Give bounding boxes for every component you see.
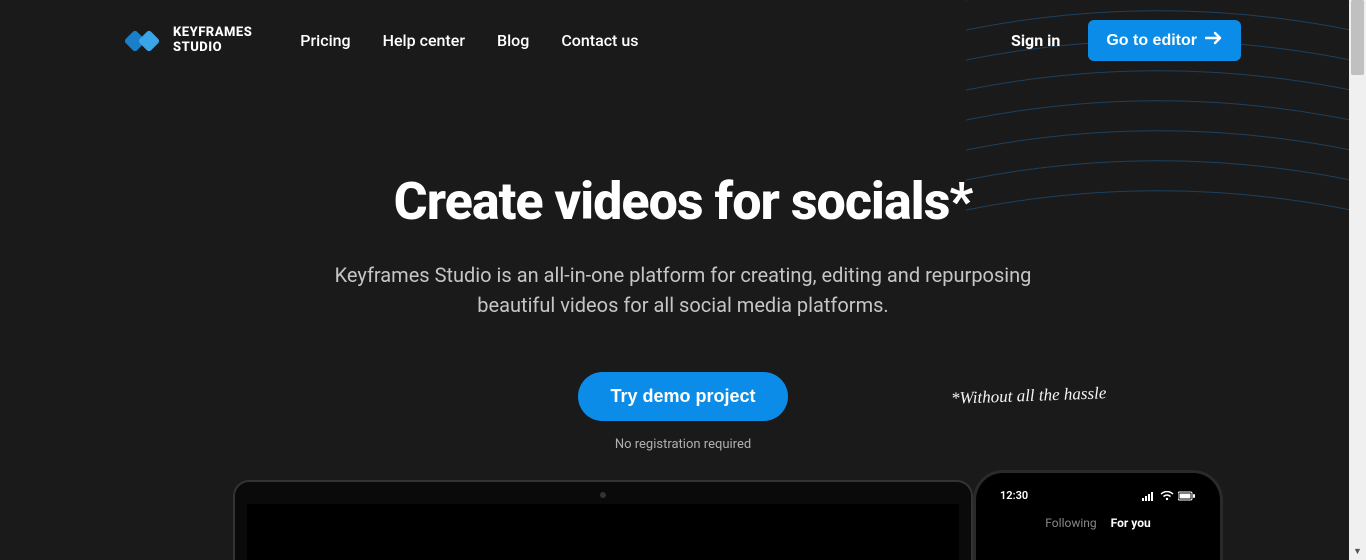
logo[interactable]: KEYFRAMES STUDIO	[125, 26, 252, 56]
scrollbar[interactable]: ▼	[1349, 0, 1366, 560]
nav-contact[interactable]: Contact us	[561, 31, 638, 50]
nav-help-center[interactable]: Help center	[383, 31, 465, 50]
cta-label: Go to editor	[1106, 32, 1197, 50]
laptop-mockup	[233, 480, 973, 560]
phone-tab-following[interactable]: Following	[1045, 516, 1096, 530]
hero-note: No registration required	[0, 437, 1366, 452]
phone-status-icons	[1142, 491, 1196, 501]
main-nav: Pricing Help center Blog Contact us	[300, 31, 638, 50]
laptop-screen	[247, 504, 959, 560]
header-actions: Sign in Go to editor	[1011, 20, 1241, 61]
wifi-icon	[1160, 491, 1174, 501]
logo-icon	[125, 26, 165, 56]
nav-pricing[interactable]: Pricing	[300, 31, 350, 50]
logo-text: KEYFRAMES STUDIO	[173, 26, 252, 55]
scrollbar-thumb[interactable]	[1351, 0, 1364, 75]
phone-mockup: 12:30	[973, 470, 1223, 560]
hero: Create videos for socials* Keyframes Stu…	[0, 81, 1366, 452]
phone-tab-foryou[interactable]: For you	[1111, 516, 1151, 530]
hero-title: Create videos for socials*	[0, 171, 1366, 232]
scrollbar-down-arrow-icon[interactable]: ▼	[1349, 543, 1366, 560]
arrow-right-icon	[1205, 31, 1223, 50]
phone-status-bar: 12:30	[982, 479, 1214, 506]
header: KEYFRAMES STUDIO Pricing Help center Blo…	[0, 0, 1366, 81]
try-demo-button[interactable]: Try demo project	[578, 372, 787, 421]
hero-annotation: *Without all the hassle	[950, 383, 1106, 408]
hero-subtitle: Keyframes Studio is an all-in-one platfo…	[303, 260, 1063, 320]
signin-link[interactable]: Sign in	[1011, 31, 1060, 50]
phone-time: 12:30	[1000, 489, 1028, 502]
phone-tabs: Following For you	[982, 506, 1214, 530]
laptop-camera-icon	[600, 492, 606, 498]
battery-icon	[1178, 491, 1196, 501]
nav-blog[interactable]: Blog	[497, 31, 529, 50]
go-to-editor-button[interactable]: Go to editor	[1088, 20, 1241, 61]
device-mockups: 12:30	[183, 470, 1183, 560]
signal-icon	[1142, 491, 1156, 501]
